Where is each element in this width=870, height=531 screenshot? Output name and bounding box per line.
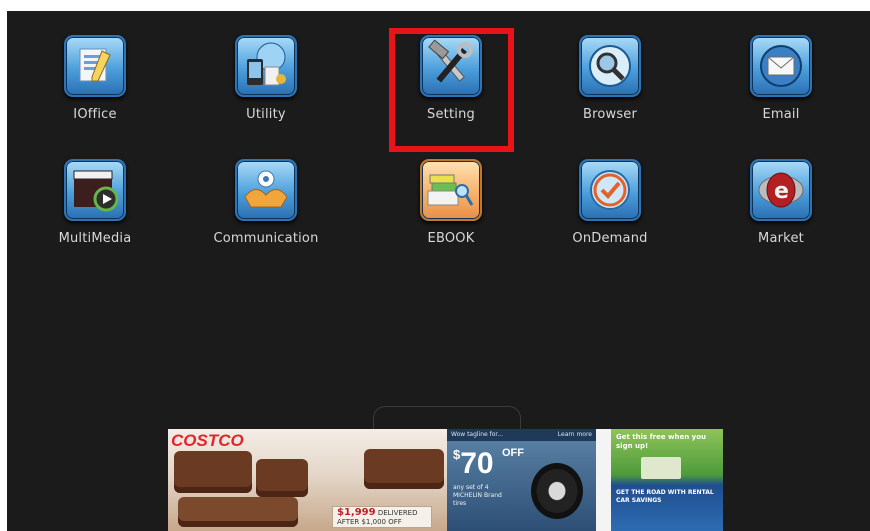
tire-off: OFF — [501, 447, 524, 459]
costco-price: $1,999 — [337, 507, 376, 518]
app-email[interactable]: Email — [721, 35, 841, 151]
app-label: Utility — [246, 107, 286, 122]
tire-header: Wow tagline for... — [451, 431, 504, 438]
svg-text:e: e — [774, 179, 789, 204]
multimedia-icon — [64, 159, 126, 221]
sofa-image — [174, 451, 252, 493]
tire-price-value: 70 — [460, 447, 494, 480]
email-icon — [750, 35, 812, 97]
tire-link[interactable]: Learn more — [558, 429, 592, 441]
app-ioffice[interactable]: IOffice — [35, 35, 155, 151]
rental-ad-text: GET THE ROAD WITH RENTAL CAR SAVINGS — [616, 489, 714, 504]
app-multimedia[interactable]: MultiMedia — [35, 159, 155, 275]
app-label: Browser — [582, 107, 638, 122]
setting-highlight-box — [389, 28, 514, 152]
app-communication[interactable]: Communication — [206, 159, 326, 275]
costco-ad[interactable]: COSTCO $1,999 DELIVERED AFTER $1,000 OFF — [168, 429, 447, 531]
costco-price-tag: $1,999 DELIVERED AFTER $1,000 OFF — [332, 506, 432, 528]
tire-price: $70 OFF — [453, 447, 524, 480]
tire-note: any set of 4 MICHELIN Brand tires — [453, 484, 502, 507]
costco-price-note: DELIVERED — [377, 509, 418, 517]
app-label: Communication — [213, 231, 319, 246]
ioffice-icon — [64, 35, 126, 97]
card-ad[interactable]: Get this free when you sign up! GET THE … — [611, 429, 723, 531]
tire-ad-header: Wow tagline for... Learn more — [447, 429, 596, 441]
app-browser[interactable]: Browser — [550, 35, 670, 151]
app-utility[interactable]: Utility — [206, 35, 326, 151]
app-ebook[interactable]: EBOOK — [391, 159, 511, 275]
credit-card-icon — [641, 457, 681, 479]
utility-icon — [235, 35, 297, 97]
sofa-image — [178, 497, 298, 527]
costco-after: AFTER $1,000 OFF — [337, 518, 402, 526]
app-label: Market — [758, 231, 804, 246]
card-ad-text: Get this free when you sign up! — [616, 433, 707, 450]
home-screen: IOffice Utility Setting Browser Email Mu… — [7, 11, 870, 531]
market-icon: e — [750, 159, 812, 221]
app-label: IOffice — [73, 107, 117, 122]
costco-logo: COSTCO — [171, 431, 244, 450]
sofa-image — [256, 459, 308, 497]
tire-ad[interactable]: Wow tagline for... Learn more $70 OFF an… — [447, 429, 596, 531]
ondemand-icon — [579, 159, 641, 221]
app-label: Email — [762, 107, 800, 122]
app-label: MultiMedia — [58, 231, 132, 246]
ebook-icon — [420, 159, 482, 221]
communication-icon — [235, 159, 297, 221]
ad-banner[interactable]: COSTCO $1,999 DELIVERED AFTER $1,000 OFF… — [168, 429, 723, 531]
app-market[interactable]: e Market — [721, 159, 841, 275]
ad-divider — [596, 429, 611, 531]
app-label: EBOOK — [427, 231, 475, 246]
app-ondemand[interactable]: OnDemand — [550, 159, 670, 275]
sofa-image — [364, 449, 444, 489]
app-label: OnDemand — [572, 231, 648, 246]
tire-icon — [531, 463, 583, 519]
browser-icon — [579, 35, 641, 97]
